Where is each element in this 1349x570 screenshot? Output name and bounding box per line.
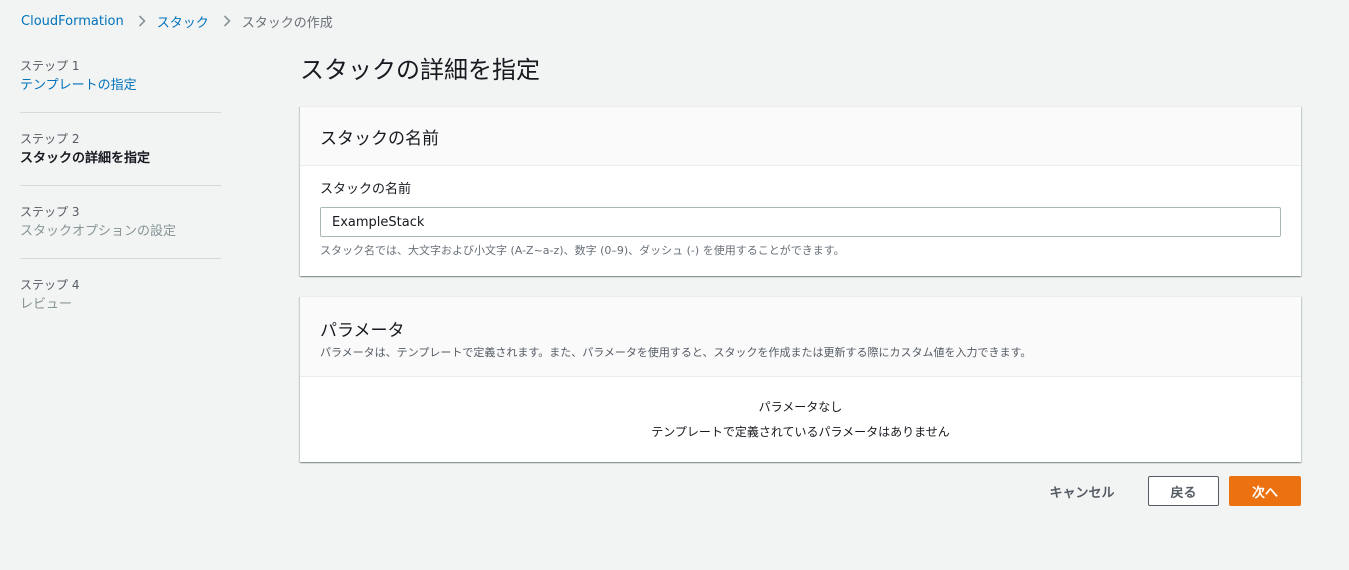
panel-header: スタックの名前	[300, 107, 1301, 166]
panel-description: パラメータは、テンプレートで定義されます。また、パラメータを使用すると、スタック…	[320, 346, 1032, 359]
page-title: スタックの詳細を指定	[300, 56, 540, 84]
stack-name-input[interactable]	[320, 207, 1281, 237]
back-button[interactable]: 戻る	[1148, 476, 1219, 506]
step-number: ステップ 1	[20, 59, 80, 73]
step-number: ステップ 4	[20, 278, 80, 292]
form-actions: キャンセル 戻る 次へ	[1030, 476, 1301, 506]
next-button[interactable]: 次へ	[1229, 476, 1301, 506]
breadcrumb-current: スタックの作成	[241, 15, 333, 31]
breadcrumb-stacks[interactable]: スタック	[157, 12, 209, 31]
parameters-panel: パラメータ パラメータは、テンプレートで定義されます。また、パラメータを使用する…	[300, 296, 1301, 462]
panel-body: パラメータなし テンプレートで定義されているパラメータはありません	[300, 377, 1301, 440]
empty-state-title: パラメータなし	[758, 400, 843, 414]
wizard-steps: ステップ 1 テンプレートの指定 ステップ 2 スタックの詳細を指定 ステップ …	[20, 58, 221, 349]
panel-title: パラメータ	[320, 321, 405, 341]
panel-header: パラメータ パラメータは、テンプレートで定義されます。また、パラメータを使用する…	[300, 297, 1301, 377]
stack-name-panel: スタックの名前 スタックの名前 スタック名では、大文字および小文字 (A-Z~a…	[300, 106, 1301, 276]
step-number: ステップ 3	[20, 205, 80, 219]
panel-body: スタックの名前 スタック名では、大文字および小文字 (A-Z~a-z)、数字 (…	[300, 166, 1301, 258]
breadcrumb-cloudformation[interactable]: CloudFormation	[21, 14, 124, 29]
wizard-step-3: ステップ 3 スタックオプションの設定	[20, 204, 221, 259]
breadcrumb: CloudFormation スタック スタックの作成	[21, 12, 333, 31]
wizard-step-1: ステップ 1 テンプレートの指定	[20, 58, 221, 113]
step-number: ステップ 2	[20, 132, 80, 146]
empty-state-description: テンプレートで定義されているパラメータはありません	[651, 425, 950, 439]
panel-title: スタックの名前	[320, 128, 439, 149]
step-link-specify-template[interactable]: テンプレートの指定	[20, 76, 221, 96]
cancel-button[interactable]: キャンセル	[1030, 476, 1134, 506]
step-title-disabled: スタックオプションの設定	[20, 224, 177, 239]
wizard-step-4: ステップ 4 レビュー	[20, 277, 221, 331]
step-title-current: スタックの詳細を指定	[20, 151, 151, 166]
stack-name-hint: スタック名では、大文字および小文字 (A-Z~a-z)、数字 (0–9)、ダッシ…	[320, 244, 845, 257]
chevron-right-icon	[223, 15, 231, 27]
chevron-right-icon	[138, 15, 146, 27]
wizard-step-2: ステップ 2 スタックの詳細を指定	[20, 131, 221, 186]
step-title-disabled: レビュー	[20, 297, 73, 312]
stack-name-label: スタックの名前	[320, 182, 412, 197]
